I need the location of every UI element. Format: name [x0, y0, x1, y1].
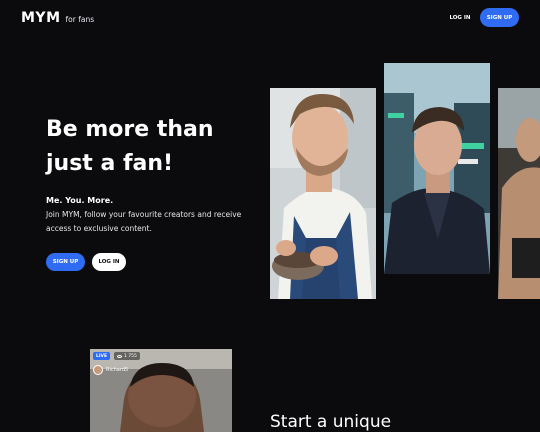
creator-photo-athlete: [498, 88, 540, 299]
logo[interactable]: MYM for fans: [21, 10, 94, 26]
logo-text: MYM: [21, 10, 61, 26]
hero-description: Join MYM, follow your favourite creators…: [46, 210, 242, 233]
logo-subtext: for fans: [65, 15, 95, 24]
header-signup-button[interactable]: SIGN UP: [480, 8, 519, 27]
live-badge: LIVE: [93, 352, 111, 360]
live-stream-preview[interactable]: LIVE 1 755 Richard5: [90, 349, 232, 432]
eye-icon: [117, 354, 122, 358]
creator-photo-chef: [270, 88, 376, 299]
hero-title: Be more than just a fan!: [46, 117, 214, 176]
viewer-count-value: 1 755: [124, 353, 137, 359]
section-title: Start a unique: [270, 412, 392, 432]
header-login-link[interactable]: LOG IN: [444, 11, 476, 25]
live-username: Richard5: [106, 367, 129, 373]
hero-tagline: Me. You. More.: [46, 196, 114, 205]
hero-login-button[interactable]: LOG IN: [92, 253, 126, 271]
avatar: [93, 365, 103, 375]
live-user: Richard5: [93, 365, 128, 375]
viewer-count: 1 755: [114, 352, 140, 360]
hero-signup-button[interactable]: SIGN UP: [46, 253, 85, 271]
creator-photo-man: [384, 63, 490, 274]
